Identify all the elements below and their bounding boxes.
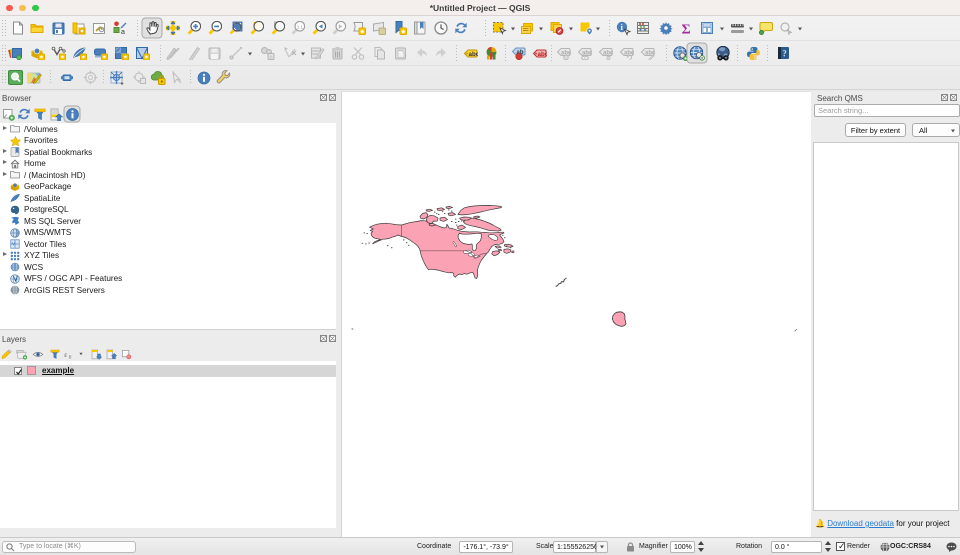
svg-text:?: ? bbox=[782, 49, 787, 59]
svg-text:abc: abc bbox=[603, 50, 613, 56]
svg-text:1:1: 1:1 bbox=[297, 25, 304, 30]
svg-text:abc: abc bbox=[582, 50, 592, 56]
svg-text:abc: abc bbox=[537, 51, 547, 58]
svg-text:Σ: Σ bbox=[682, 23, 691, 36]
svg-text:abc: abc bbox=[468, 51, 478, 58]
svg-text:a: a bbox=[121, 29, 125, 35]
svg-text:ε: ε bbox=[64, 351, 67, 359]
svg-text:Π: Π bbox=[69, 354, 72, 358]
